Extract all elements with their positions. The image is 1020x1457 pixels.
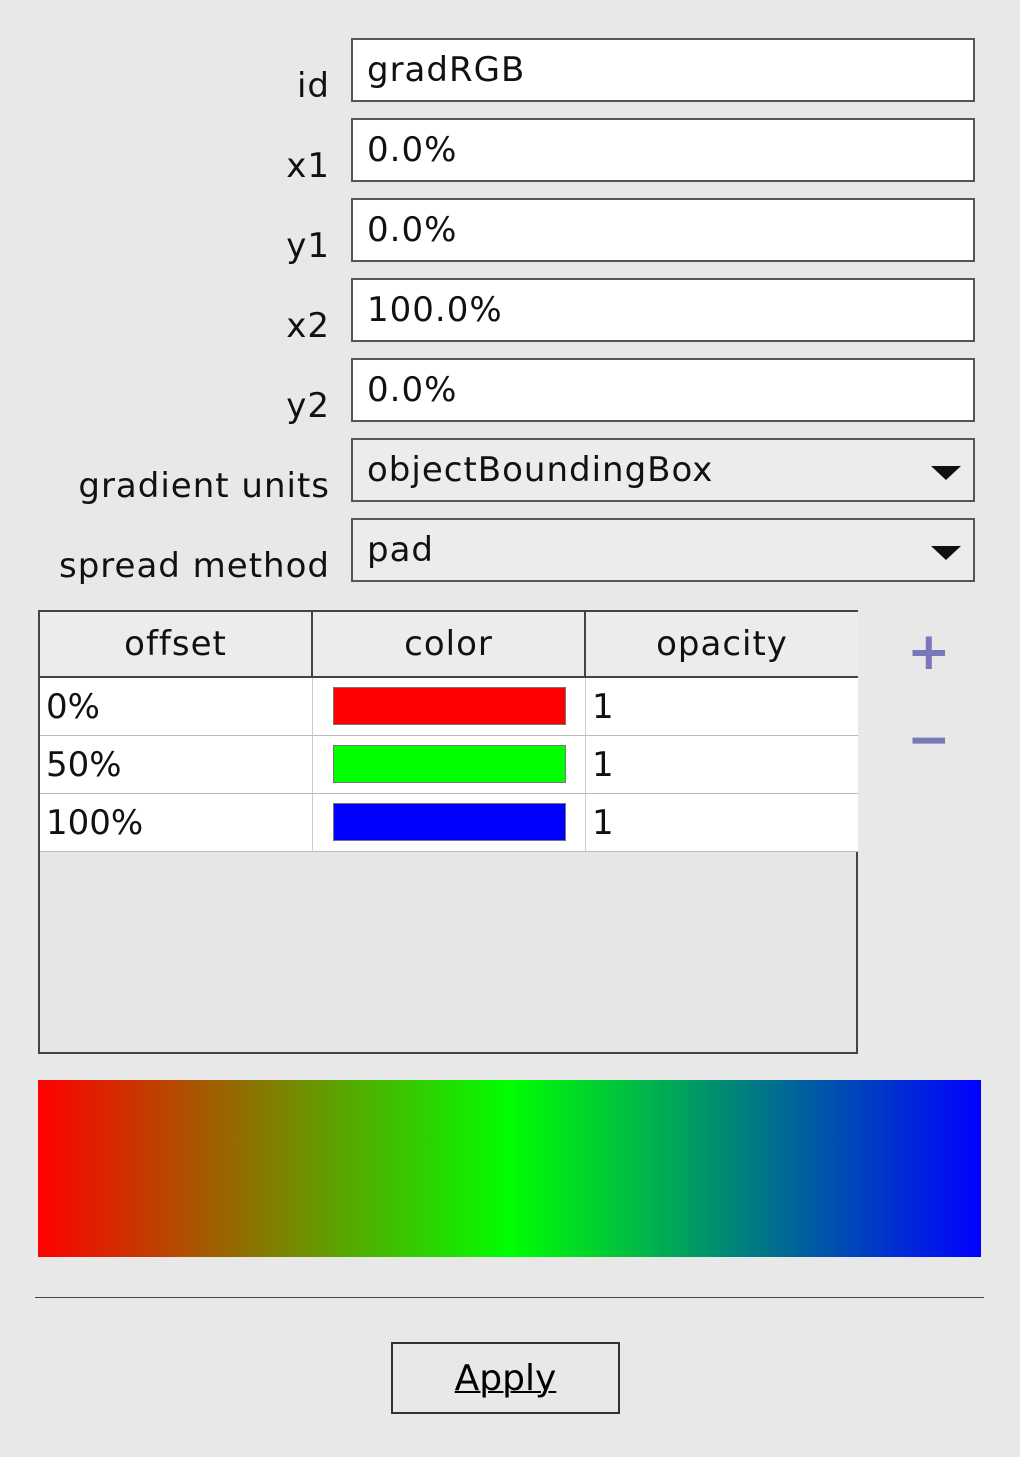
color-cell[interactable] xyxy=(313,794,586,852)
x1-input[interactable]: 0.0% xyxy=(351,118,975,182)
color-swatch[interactable] xyxy=(333,745,566,783)
spread-method-label: spread method xyxy=(59,546,330,586)
gradient-units-label: gradient units xyxy=(78,466,330,506)
gradient-preview xyxy=(38,1080,981,1257)
y2-input[interactable]: 0.0% xyxy=(351,358,975,422)
color-cell[interactable] xyxy=(313,736,586,794)
id-label: id xyxy=(296,66,330,106)
gradient-units-select[interactable]: objectBoundingBox xyxy=(351,438,975,502)
gradient-units-value: objectBoundingBox xyxy=(367,450,714,490)
y1-label: y1 xyxy=(286,226,330,266)
offset-cell[interactable]: 100% xyxy=(40,794,313,852)
apply-label: Apply xyxy=(454,1358,557,1399)
divider xyxy=(35,1297,984,1298)
opacity-cell[interactable]: 1 xyxy=(586,678,858,736)
column-header-offset[interactable]: offset xyxy=(40,612,313,678)
x2-label: x2 xyxy=(286,306,330,346)
chevron-down-icon xyxy=(931,546,961,560)
y1-input[interactable]: 0.0% xyxy=(351,198,975,262)
remove-stop-icon[interactable]: − xyxy=(907,710,951,770)
x2-input[interactable]: 100.0% xyxy=(351,278,975,342)
opacity-cell[interactable]: 1 xyxy=(586,794,858,852)
column-header-color[interactable]: color xyxy=(313,612,586,678)
spread-method-select[interactable]: pad xyxy=(351,518,975,582)
chevron-down-icon xyxy=(931,466,961,480)
stops-table: offset color opacity 0% 1 50% 1 100% 1 xyxy=(38,610,858,1054)
color-swatch[interactable] xyxy=(333,687,566,725)
spread-method-value: pad xyxy=(367,530,434,570)
offset-cell[interactable]: 0% xyxy=(40,678,313,736)
add-stop-icon[interactable]: + xyxy=(907,622,951,682)
column-header-opacity[interactable]: opacity xyxy=(586,612,858,678)
color-swatch[interactable] xyxy=(333,803,566,841)
offset-cell[interactable]: 50% xyxy=(40,736,313,794)
x1-label: x1 xyxy=(286,146,330,186)
opacity-cell[interactable]: 1 xyxy=(586,736,858,794)
id-input[interactable]: gradRGB xyxy=(351,38,975,102)
apply-button[interactable]: Apply xyxy=(391,1342,620,1414)
y2-label: y2 xyxy=(286,386,330,426)
color-cell[interactable] xyxy=(313,678,586,736)
